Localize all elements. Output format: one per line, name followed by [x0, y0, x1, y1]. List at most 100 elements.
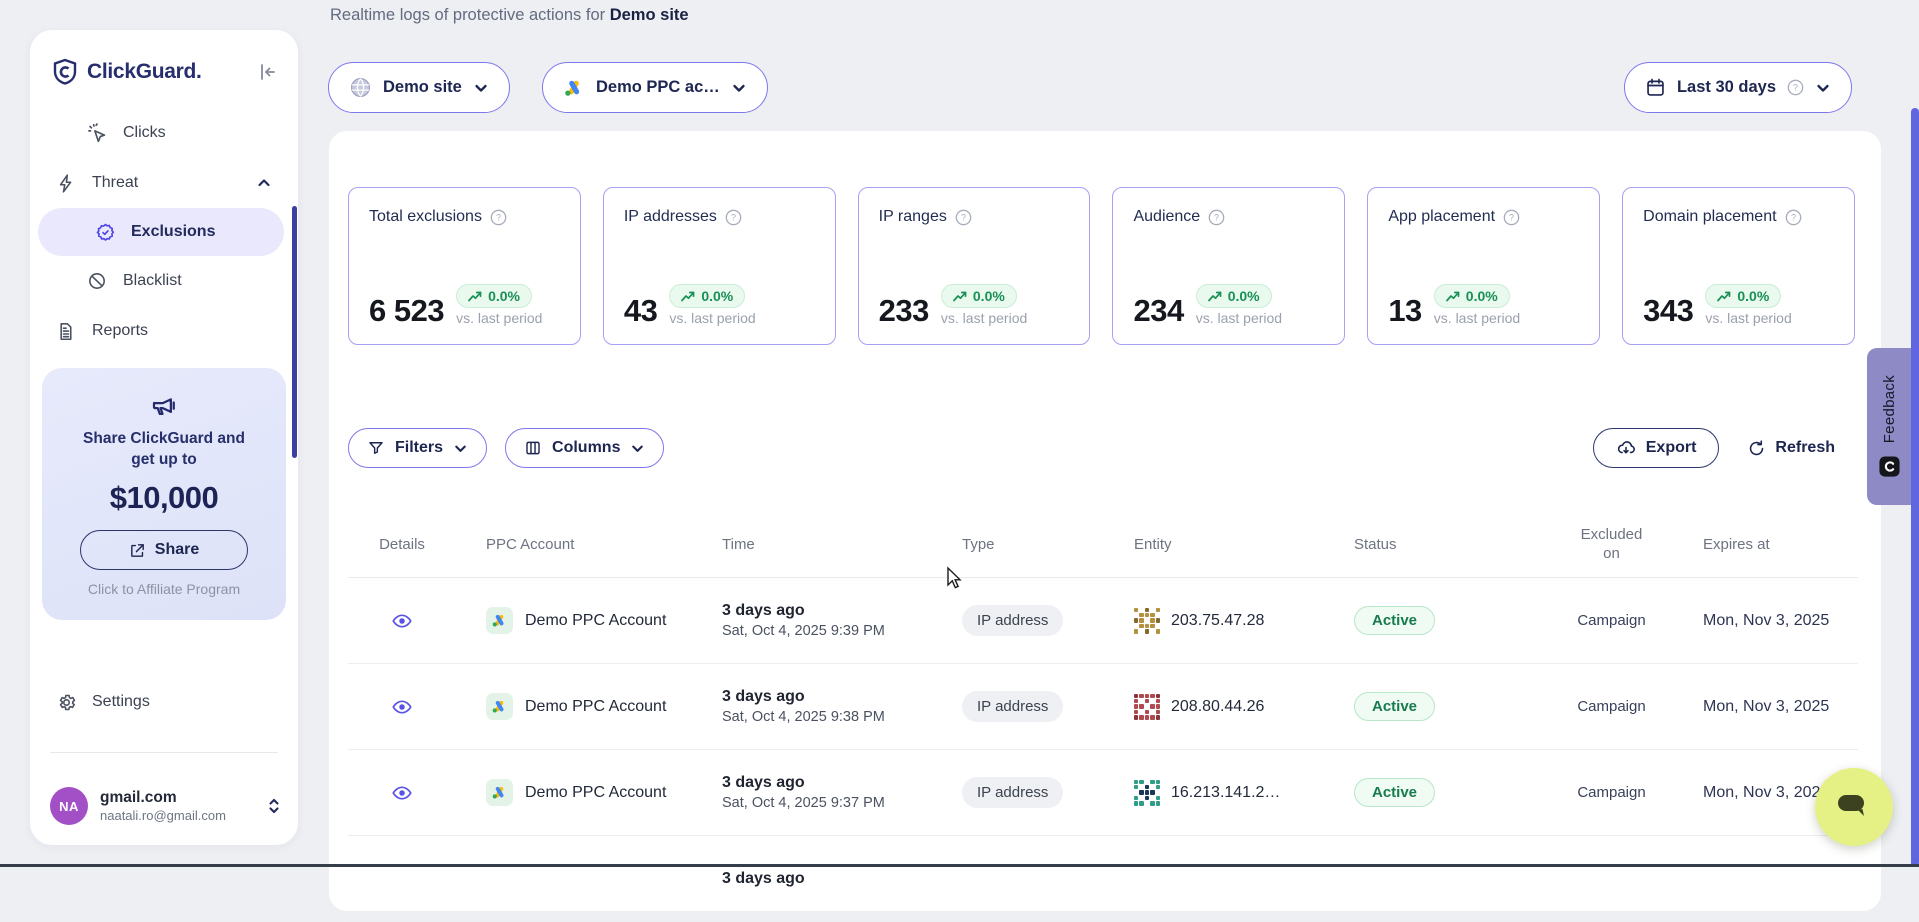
filters-button[interactable]: Filters: [348, 428, 487, 468]
stat-label: Domain placement: [1643, 208, 1776, 226]
ppc-account-selector-label: Demo PPC ac…: [596, 78, 720, 97]
svg-text:?: ?: [1509, 212, 1514, 222]
trend-caption: vs. last period: [669, 310, 755, 326]
promo-text-line1: Share ClickGuard and: [83, 428, 245, 449]
view-details-eye-icon[interactable]: [391, 610, 413, 632]
cloud-download-icon: [1616, 438, 1636, 458]
page-scrollbar[interactable]: [1911, 108, 1919, 867]
column-header-excluded-on: Excluded on: [1579, 525, 1645, 563]
ppc-account-name: Demo PPC Account: [525, 698, 666, 716]
expires-at-value: Mon, Nov 3, 2025: [1703, 698, 1829, 716]
sidebar-item-settings[interactable]: Settings: [30, 677, 298, 727]
chevron-up-icon[interactable]: [256, 175, 272, 191]
entity-identicon: [1134, 694, 1160, 720]
view-details-eye-icon[interactable]: [391, 696, 413, 718]
refresh-button[interactable]: Refresh: [1747, 439, 1835, 458]
ppc-account-selector[interactable]: Demo PPC ac…: [542, 62, 768, 113]
sidebar-item-threat[interactable]: Threat: [30, 158, 298, 208]
trend-badge: 0.0%: [1434, 284, 1510, 308]
chat-widget-button[interactable]: [1815, 768, 1893, 846]
help-icon[interactable]: ?: [725, 209, 742, 226]
google-ads-icon: [486, 779, 513, 806]
time-relative: 3 days ago: [722, 600, 805, 621]
type-chip: IP address: [962, 777, 1063, 808]
column-header-expires-at: Expires at: [1703, 536, 1770, 553]
share-button[interactable]: Share: [80, 530, 248, 570]
help-icon[interactable]: ?: [955, 209, 972, 226]
stat-card-total-exclusions: Total exclusions ? 6 523 0.0% vs. last p…: [348, 187, 581, 345]
trend-badge: 0.0%: [456, 284, 532, 308]
site-selector[interactable]: Demo site: [328, 62, 510, 113]
trend-up-icon: [1717, 291, 1731, 302]
table-row: Demo PPC Account 3 days ago Sat, Oct 4, …: [348, 750, 1858, 836]
sidebar-item-reports[interactable]: Reports: [30, 306, 298, 356]
export-button[interactable]: Export: [1593, 428, 1720, 468]
status-badge: Active: [1354, 692, 1435, 721]
sidebar-item-clicks[interactable]: Clicks: [30, 108, 298, 158]
excluded-on-value: Campaign: [1577, 612, 1645, 629]
type-chip: IP address: [962, 691, 1063, 722]
sidebar-item-blacklist[interactable]: Blacklist: [30, 256, 298, 306]
chevron-up-down-icon: [266, 797, 282, 815]
svg-text:?: ?: [961, 212, 966, 222]
help-icon[interactable]: ?: [1503, 209, 1520, 226]
status-badge: Active: [1354, 778, 1435, 807]
trend-up-icon: [468, 291, 482, 302]
help-icon[interactable]: ?: [1208, 209, 1225, 226]
cursor-click-icon: [87, 123, 109, 144]
svg-text:?: ?: [1791, 212, 1796, 222]
sidebar-item-exclusions[interactable]: Exclusions: [38, 208, 284, 256]
sidebar-collapse-icon[interactable]: [258, 62, 278, 82]
stat-card-ip-ranges: IP ranges ? 233 0.0% vs. last period: [858, 187, 1091, 345]
main-content-card: Total exclusions ? 6 523 0.0% vs. last p…: [329, 131, 1881, 911]
stat-label: IP addresses: [624, 208, 717, 226]
stat-label: App placement: [1388, 208, 1495, 226]
ppc-account-name: Demo PPC Account: [525, 612, 666, 630]
document-icon: [56, 321, 78, 342]
time-relative: 3 days ago: [722, 686, 805, 707]
sidebar-item-label: Exclusions: [131, 223, 215, 241]
trend-up-icon: [681, 291, 695, 302]
entity-identicon: [1134, 608, 1160, 634]
trend-caption: vs. last period: [1196, 310, 1282, 326]
date-range-selector[interactable]: Last 30 days ?: [1624, 62, 1852, 113]
time-absolute: Sat, Oct 4, 2025 9:38 PM: [722, 707, 885, 727]
account-email: naatali.ro@gmail.com: [100, 807, 266, 824]
account-switcher[interactable]: NA gmail.com naatali.ro@gmail.com: [50, 776, 282, 836]
trend-badge: 0.0%: [669, 284, 745, 308]
help-icon[interactable]: ?: [1785, 209, 1802, 226]
entity-identicon: [1134, 780, 1160, 806]
view-details-eye-icon[interactable]: [391, 782, 413, 804]
sidebar-item-label: Settings: [92, 693, 150, 711]
filters-button-label: Filters: [395, 439, 443, 457]
excluded-on-value: Campaign: [1577, 698, 1645, 715]
table-row: Demo PPC Account 3 days ago Sat, Oct 4, …: [348, 664, 1858, 750]
stat-value: 234: [1133, 296, 1183, 326]
refresh-icon: [1747, 439, 1766, 458]
column-header-status: Status: [1354, 536, 1397, 553]
lightning-icon: [56, 173, 78, 194]
ppc-account-name: Demo PPC Account: [525, 784, 666, 802]
logo-wordmark[interactable]: ClickGuard.: [87, 60, 258, 84]
stat-card-ip-addresses: IP addresses ? 43 0.0% vs. last period: [603, 187, 836, 345]
subtitle-text: Realtime logs of protective actions for: [330, 6, 610, 24]
help-icon[interactable]: ?: [490, 209, 507, 226]
sidebar-scrollbar[interactable]: [292, 206, 297, 458]
feedback-tab[interactable]: Feedback: [1867, 348, 1912, 505]
trend-caption: vs. last period: [1434, 310, 1520, 326]
entity-value: 203.75.47.28: [1171, 612, 1264, 630]
help-icon[interactable]: ?: [1787, 79, 1804, 96]
sidebar-item-label: Blacklist: [123, 272, 182, 290]
columns-button[interactable]: Columns: [505, 428, 664, 468]
time-relative: 3 days ago: [722, 772, 805, 793]
svg-text:?: ?: [1793, 83, 1798, 93]
stat-label: Audience: [1133, 208, 1200, 226]
share-button-label: Share: [155, 541, 199, 559]
chevron-down-icon: [453, 441, 468, 456]
stats-row: Total exclusions ? 6 523 0.0% vs. last p…: [348, 187, 1855, 345]
column-header-ppc-account: PPC Account: [486, 536, 574, 553]
chat-bubble-icon: [1836, 792, 1872, 822]
stat-value: 343: [1643, 296, 1693, 326]
calendar-icon: [1645, 77, 1666, 98]
chevron-down-icon: [1815, 80, 1831, 96]
